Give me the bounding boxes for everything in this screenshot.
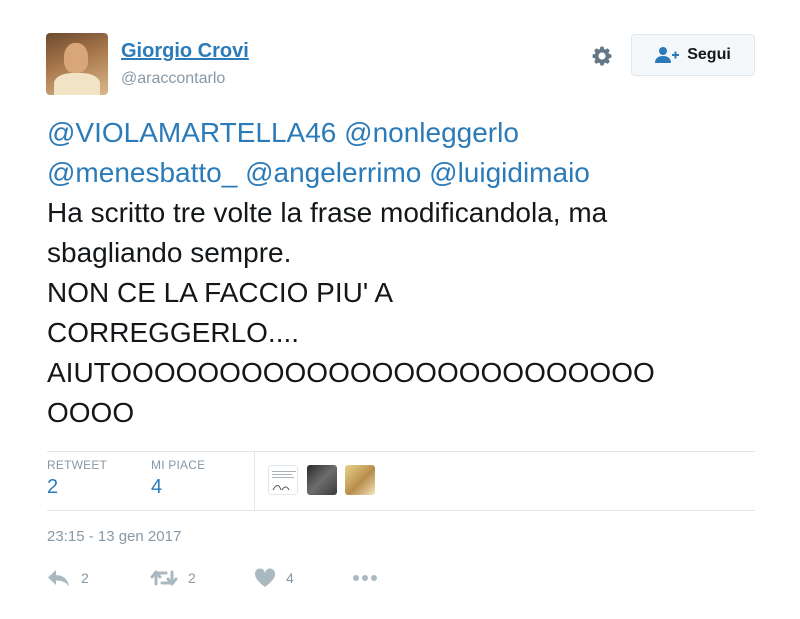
tweet-line: AIUTOOOOOOOOOOOOOOOOOOOOOOOOO xyxy=(47,357,655,388)
more-button[interactable] xyxy=(352,568,378,588)
reply-icon xyxy=(48,570,69,587)
liker-avatar[interactable] xyxy=(307,465,337,495)
follow-button-label: Segui xyxy=(687,46,731,63)
more-icon xyxy=(353,575,377,581)
retweet-stat-value: 2 xyxy=(47,476,59,498)
like-count: 4 xyxy=(286,570,294,586)
stats-top-divider xyxy=(47,451,755,452)
mention-link[interactable]: @VIOLAMARTELLA46 xyxy=(47,117,336,148)
tweet-line: OOOO xyxy=(47,397,135,428)
liker-avatar[interactable] xyxy=(268,465,298,495)
tweet-timestamp[interactable]: 23:15 - 13 gen 2017 xyxy=(47,528,181,545)
retweet-count: 2 xyxy=(188,570,196,586)
tweet-line: sbagliando sempre. xyxy=(47,237,292,268)
stats-separator xyxy=(254,452,255,510)
tweet-line: Ha scritto tre volte la frase modificand… xyxy=(47,197,608,228)
avatar-face xyxy=(64,43,88,73)
retweet-button[interactable]: 2 xyxy=(150,568,196,588)
retweet-stat-label: RETWEET xyxy=(47,458,108,472)
retweet-stat[interactable]: RETWEET 2 xyxy=(47,458,107,499)
mention-link[interactable]: @menesbatto_ xyxy=(47,157,237,188)
avatar-shirt xyxy=(54,73,100,95)
gear-icon[interactable] xyxy=(590,44,614,68)
author-handle[interactable]: @araccontarlo xyxy=(121,70,225,88)
stats-bottom-divider xyxy=(47,510,755,511)
mention-link[interactable]: @luigidimaio xyxy=(429,157,590,188)
like-button[interactable]: 4 xyxy=(254,568,294,588)
mentions-line-1: @VIOLAMARTELLA46 @nonleggerlo xyxy=(47,113,767,153)
mention-link[interactable]: @nonleggerlo xyxy=(344,117,519,148)
likes-stat-label: MI PIACE xyxy=(151,458,206,472)
liker-avatar[interactable] xyxy=(345,465,375,495)
mentions-line-2: @menesbatto_ @angelerrimo @luigidimaio xyxy=(47,153,767,193)
heart-icon xyxy=(254,568,276,587)
mention-link[interactable]: @angelerrimo xyxy=(245,157,421,188)
retweet-icon xyxy=(150,570,178,586)
reply-count: 2 xyxy=(81,570,89,586)
tweet-line: CORREGGERLO.... xyxy=(47,317,300,348)
reply-button[interactable]: 2 xyxy=(47,568,89,588)
likes-stat-value: 4 xyxy=(151,476,163,498)
author-name[interactable]: Giorgio Crovi xyxy=(121,40,249,63)
follow-button[interactable]: Segui xyxy=(631,34,755,76)
tweet-text: @VIOLAMARTELLA46 @nonleggerlo @menesbatt… xyxy=(47,113,767,433)
tweet-line: NON CE LA FACCIO PIU' A xyxy=(47,277,394,308)
author-avatar[interactable] xyxy=(46,33,108,95)
follow-user-icon xyxy=(655,47,680,63)
likes-stat[interactable]: MI PIACE 4 xyxy=(151,458,205,499)
